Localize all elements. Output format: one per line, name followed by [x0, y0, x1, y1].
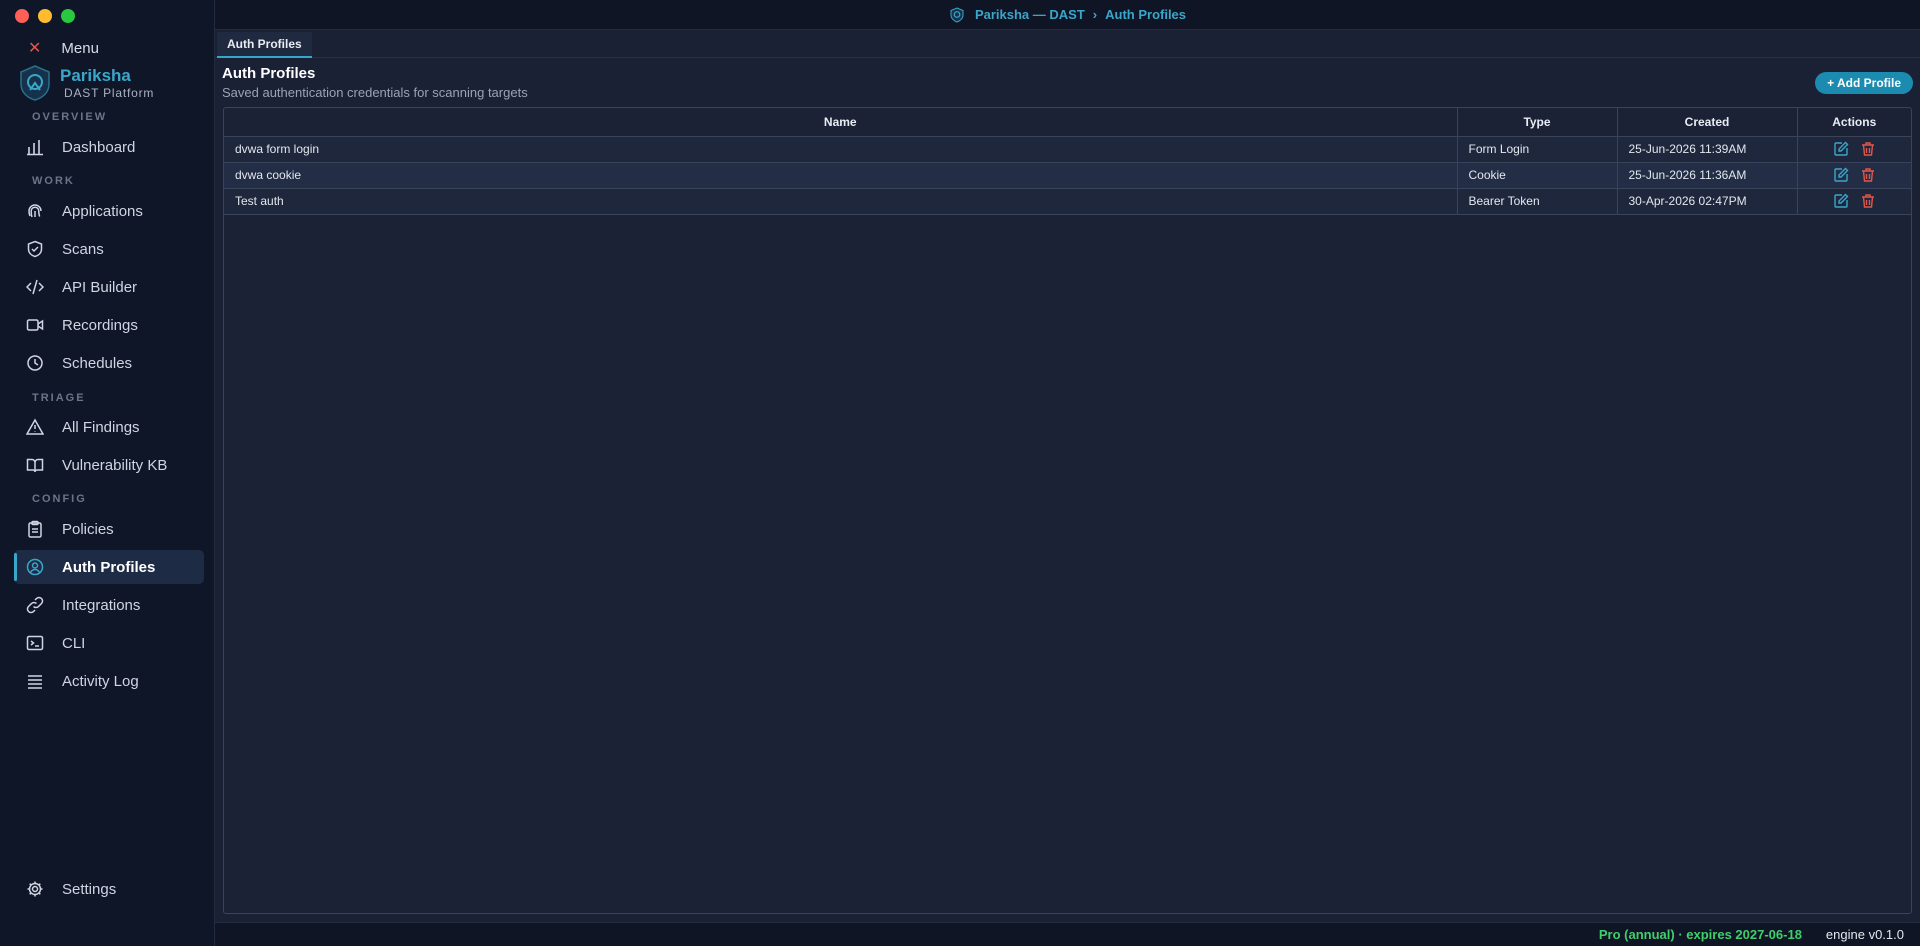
terminal-icon: [26, 635, 44, 651]
sidebar-item-label: Activity Log: [62, 672, 139, 690]
warning-icon: [26, 418, 44, 435]
sidebar-item-cli[interactable]: CLI: [14, 626, 204, 660]
list-icon: [28, 675, 42, 689]
sidebar-item-dashboard[interactable]: Dashboard: [14, 130, 204, 164]
sidebar-item-scans[interactable]: Scans: [14, 232, 204, 266]
column-header-name[interactable]: Name: [224, 108, 1458, 137]
user-circle-icon: [26, 558, 44, 576]
main-content: Auth Profiles Auth Profiles Saved authen…: [215, 30, 1920, 946]
sidebar-item-settings[interactable]: Settings: [14, 872, 204, 906]
brand: Pariksha DAST Platform: [18, 64, 154, 102]
code-icon: [26, 279, 44, 295]
cell-actions: [1797, 136, 1911, 163]
edit-icon[interactable]: [1833, 141, 1849, 157]
sidebar-item-applications[interactable]: Applications: [14, 194, 204, 228]
menu-toggle[interactable]: ✕ Menu: [28, 38, 99, 58]
close-window-button[interactable]: [15, 9, 29, 23]
sidebar-item-label: Scans: [62, 240, 104, 258]
cell-created: 25-Jun-2026 11:36AM: [1617, 162, 1798, 189]
menu-label: Menu: [61, 39, 99, 57]
column-header-created[interactable]: Created: [1617, 108, 1798, 137]
section-triage: TRIAGE: [32, 392, 86, 404]
table-row[interactable]: dvwa cookie Cookie 25-Jun-2026 11:36AM: [224, 162, 1911, 189]
section-config: CONFIG: [32, 493, 87, 505]
sidebar-item-activity-log[interactable]: Activity Log: [14, 664, 204, 698]
sidebar-item-label: API Builder: [62, 278, 138, 296]
trash-icon[interactable]: [1860, 193, 1876, 209]
sidebar-item-all-findings[interactable]: All Findings: [14, 410, 204, 444]
cell-name: Test auth: [224, 188, 1458, 215]
brand-subtitle: DAST Platform: [64, 86, 155, 100]
window-titlebar: Pariksha — DAST › Auth Profiles: [215, 0, 1920, 30]
sidebar-item-label: Dashboard: [62, 138, 136, 156]
sidebar-item-label: Integrations: [62, 596, 141, 614]
sidebar-item-label: Vulnerability KB: [62, 456, 168, 474]
shield-logo-icon: [20, 65, 50, 101]
breadcrumb-separator: ›: [1092, 7, 1098, 22]
gear-icon: [27, 881, 43, 897]
trash-icon[interactable]: [1860, 167, 1876, 183]
table-header-row: Name Type Created Actions: [224, 108, 1911, 137]
column-header-actions: Actions: [1797, 108, 1911, 137]
sidebar-item-vulnerability-kb[interactable]: Vulnerability KB: [14, 448, 204, 482]
sidebar-item-label: Settings: [62, 880, 117, 898]
cell-actions: [1797, 162, 1911, 189]
cell-type: Form Login: [1457, 136, 1618, 163]
bar-chart-icon: [27, 140, 43, 156]
sidebar-item-policies[interactable]: Policies: [14, 512, 204, 546]
sidebar-item-label: Auth Profiles: [62, 558, 156, 576]
brand-name: Pariksha: [60, 66, 131, 85]
cell-created: 30-Apr-2026 02:47PM: [1617, 188, 1798, 215]
sidebar-item-label: Schedules: [62, 354, 133, 372]
sidebar: ✕ Menu Pariksha DAST Platform OVERVIEW D…: [0, 0, 215, 946]
cell-actions: [1797, 188, 1911, 215]
sidebar-item-recordings[interactable]: Recordings: [14, 308, 204, 342]
title-page: Auth Profiles: [1105, 7, 1187, 22]
sidebar-item-label: Recordings: [62, 316, 138, 334]
cell-type: Cookie: [1457, 162, 1618, 189]
close-icon: ✕: [28, 40, 42, 57]
edit-icon[interactable]: [1833, 193, 1849, 209]
tab-auth-profiles[interactable]: Auth Profiles: [217, 32, 312, 58]
minimize-window-button[interactable]: [38, 9, 52, 23]
status-bar: Pro (annual) · expires 2027-06-18 engine…: [215, 922, 1920, 946]
sidebar-item-label: Policies: [62, 520, 114, 538]
sidebar-item-schedules[interactable]: Schedules: [14, 346, 204, 380]
cell-name: dvwa form login: [224, 136, 1458, 163]
edit-icon[interactable]: [1833, 167, 1849, 183]
page-title: Auth Profiles: [222, 65, 316, 82]
trash-icon[interactable]: [1860, 141, 1876, 157]
app-logo-icon: [950, 6, 964, 23]
maximize-window-button[interactable]: [61, 9, 75, 23]
clipboard-icon: [28, 520, 42, 538]
cell-name: dvwa cookie: [224, 162, 1458, 189]
section-work: WORK: [32, 175, 75, 187]
link-icon: [26, 596, 44, 614]
video-icon: [26, 319, 44, 331]
title-app: Pariksha — DAST: [974, 7, 1085, 22]
add-profile-button[interactable]: + Add Profile: [1815, 72, 1913, 94]
cell-created: 25-Jun-2026 11:39AM: [1617, 136, 1798, 163]
book-open-icon: [26, 458, 44, 473]
fingerprint-icon: [28, 204, 42, 218]
cell-type: Bearer Token: [1457, 188, 1618, 215]
page-subtitle: Saved authentication credentials for sca…: [222, 85, 528, 100]
window-controls: [15, 9, 75, 23]
sidebar-item-label: All Findings: [62, 418, 140, 436]
sidebar-item-api-builder[interactable]: API Builder: [14, 270, 204, 304]
engine-version: engine v0.1.0: [1825, 927, 1904, 942]
table-row[interactable]: Test auth Bearer Token 30-Apr-2026 02:47…: [224, 188, 1911, 215]
clock-icon: [27, 355, 43, 371]
column-header-type[interactable]: Type: [1457, 108, 1618, 137]
sidebar-item-auth-profiles[interactable]: Auth Profiles: [14, 550, 204, 584]
sidebar-item-label: Applications: [62, 202, 143, 220]
sidebar-item-integrations[interactable]: Integrations: [14, 588, 204, 622]
sidebar-item-label: CLI: [62, 634, 86, 652]
tab-bar: Auth Profiles: [215, 30, 1920, 58]
shield-check-icon: [27, 240, 43, 258]
auth-profiles-table: Name Type Created Actions dvwa form logi…: [223, 107, 1912, 914]
section-overview: OVERVIEW: [32, 111, 108, 123]
table-row[interactable]: dvwa form login Form Login 25-Jun-2026 1…: [224, 136, 1911, 163]
license-status: Pro (annual) · expires 2027-06-18: [1598, 927, 1802, 942]
